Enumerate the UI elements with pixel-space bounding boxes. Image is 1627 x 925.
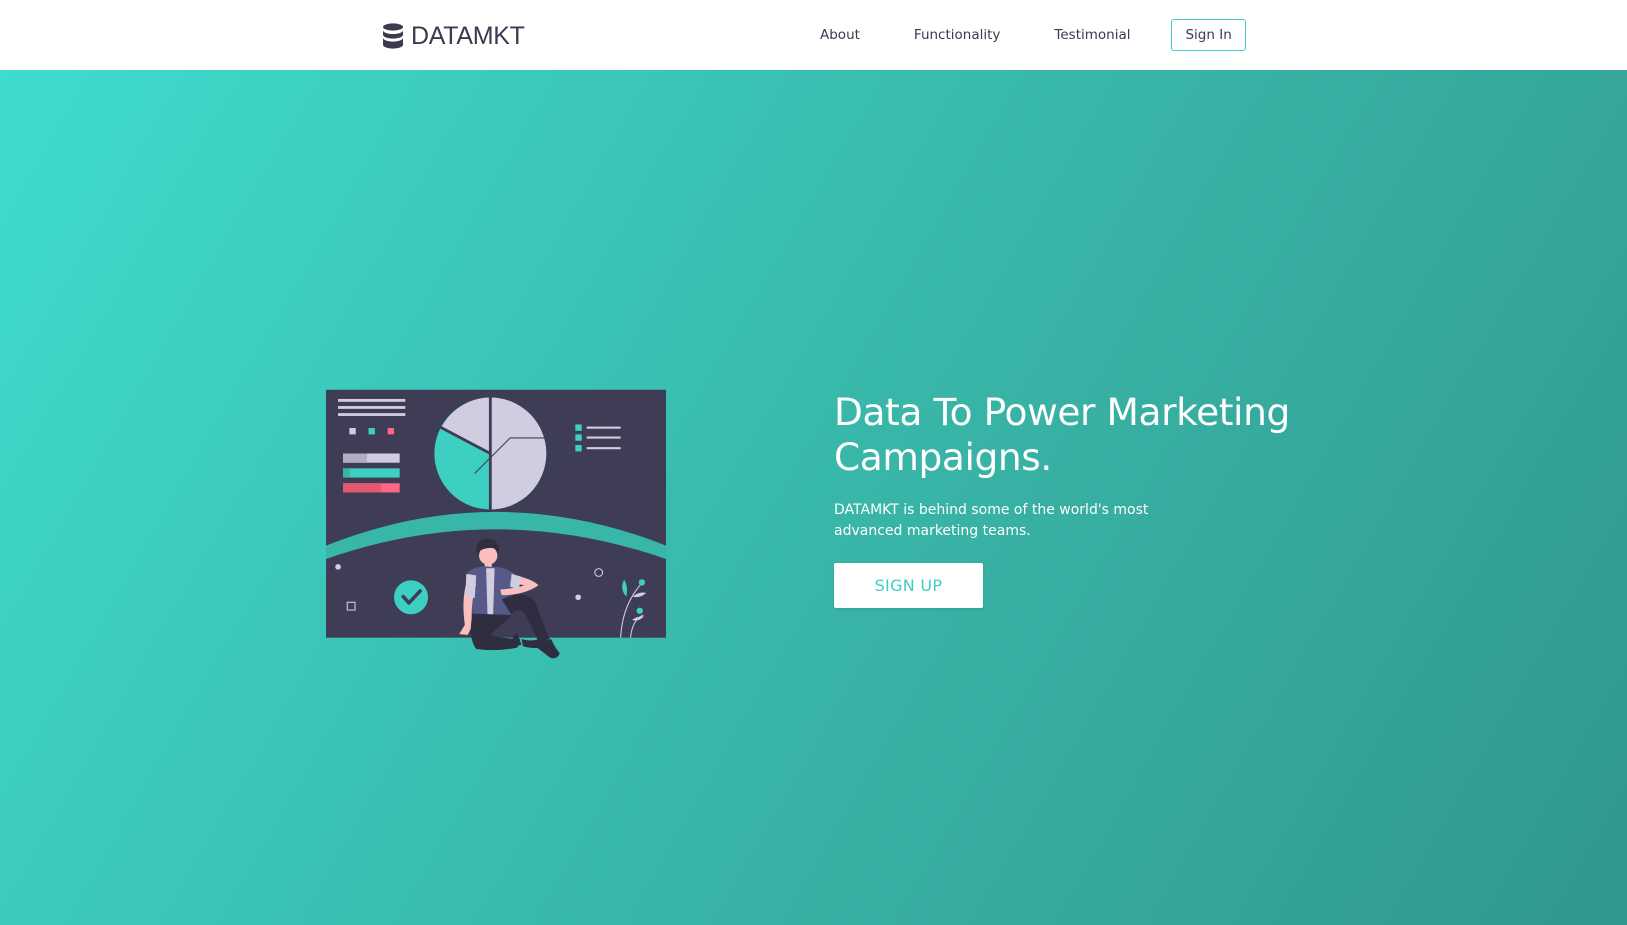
database-icon: [382, 23, 404, 49]
hero-subtitle: DATAMKT is behind some of the world's mo…: [834, 502, 1149, 539]
hero-title: Data To Power Marketing Campaigns.: [834, 390, 1290, 479]
nav-link-about[interactable]: About: [820, 19, 860, 51]
top-navbar: DATAMKT About Functionality Testimonial …: [0, 0, 1627, 70]
brand-name: DATAMKT: [411, 21, 525, 50]
nav-link-testimonial[interactable]: Testimonial: [1054, 19, 1130, 51]
nav-link-functionality[interactable]: Functionality: [914, 19, 1000, 51]
brand-logo-link[interactable]: DATAMKT: [382, 20, 525, 52]
sign-in-button[interactable]: Sign In: [1171, 19, 1246, 51]
sign-up-button[interactable]: SIGN UP: [834, 563, 983, 608]
hero-section: Data To Power Marketing Campaigns. DATAM…: [0, 70, 1627, 925]
hero-text-block: Data To Power Marketing Campaigns. DATAM…: [834, 390, 1354, 608]
analytics-dashboard-illustration: [326, 332, 666, 728]
nav-links: About Functionality Testimonial Sign In: [820, 19, 1246, 51]
